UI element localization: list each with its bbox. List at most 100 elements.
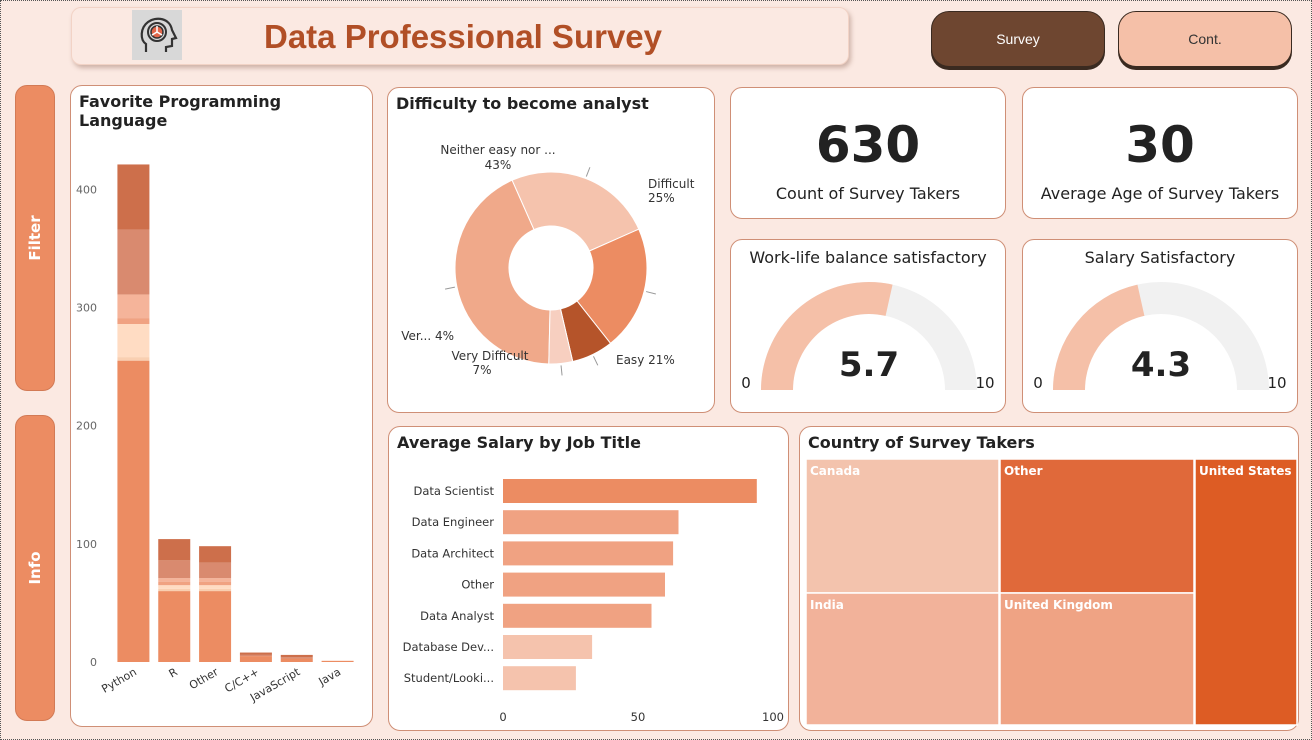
bar-segment [280,657,313,659]
filter-tab-label: Filter [26,215,44,261]
bar-segment [239,652,272,655]
treemap-label: India [810,598,844,612]
salary-bar-chart: Data Scientist Data Engineer Data Architec… [403,479,784,724]
slice-percent: 21% [648,353,675,367]
x-tick-label: 50 [631,710,646,724]
salary-bar [503,541,674,566]
gauge-value: 5.7 [839,345,899,385]
salary-gauge-card: Salary Satisfactory 4.3 0 10 [1022,239,1298,413]
age-value: 30 [1125,116,1195,174]
salary-bar [503,666,576,691]
leader-line [444,286,455,290]
x-tick-label: 0 [499,710,506,724]
leader-line [585,167,591,177]
title-bar: Data Professional Survey [71,7,849,65]
survey-button[interactable]: Survey [931,11,1105,67]
y-tick-label: 400 [76,183,97,196]
bar-segment [199,581,232,586]
slice-percent: 7% [472,363,491,377]
bar-segment [199,585,232,589]
bar-segment [158,591,191,662]
slice-label: Easy 21% [616,353,675,367]
bar-segment [117,357,150,361]
slice-percent: 43% [485,158,512,172]
category-label: Data Engineer [412,515,495,529]
slice-label-text: Easy [616,353,648,367]
treemap-label: Canada [810,464,860,478]
x-tick-label: 100 [762,710,784,724]
salary-bar [503,635,593,659]
slice-label: Neither easy nor ... [440,143,555,157]
bar-segment [158,578,191,582]
bar-segment [280,658,313,662]
bar-segment [158,539,191,561]
count-kpi-card: 630 Count of Survey Takers [730,87,1006,219]
bar-segment [117,164,150,230]
y-tick-label: 200 [76,420,97,433]
slice-label: Difficult [648,177,695,191]
salary-bar [503,603,652,628]
category-label: Data Analyst [420,609,494,623]
y-tick-label: 300 [76,301,97,314]
salary-gauge: 4.3 0 10 [1033,282,1287,392]
treemap-tile [1194,458,1298,726]
x-tick-label: Python [99,665,139,695]
slice-label: Very Difficult [452,349,529,363]
treemap-label: United Kingdom [1004,598,1113,612]
work-life-gauge-card: Work-life balance satisfactory 5.7 0 10 [730,239,1006,413]
filter-tab[interactable]: Filter [15,85,55,391]
treemap-tile [999,592,1195,726]
count-value: 630 [815,116,921,174]
bar-segment [199,562,232,579]
gauge-min: 0 [1033,374,1043,392]
age-label: Average Age of Survey Takers [1040,184,1280,203]
bar-segment [158,588,191,592]
cont-button[interactable]: Cont. [1118,11,1292,67]
favorite-language-card: Favorite Programming Language 0 100 200 300… [70,85,373,727]
bar-segment [158,560,191,579]
slice-percent: 4% [435,329,454,343]
gauge-min: 0 [741,374,751,392]
country-card: Country of Survey Takers Canada Other Unit… [799,426,1299,731]
bar-segment [158,585,191,589]
category-label: Student/Looki... [404,671,494,685]
salary-by-title-card: Average Salary by Job Title Data Scienti… [388,426,789,731]
count-label: Count of Survey Takers [775,184,961,203]
bar-segment [280,654,313,658]
bar-segment [321,660,354,662]
slice-percent: 25% [648,191,675,205]
language-bar-chart: 0100200300400Python R Other C/C++JavaScript… [76,164,354,705]
bar-segment [117,229,150,295]
gauge-value: 4.3 [1131,345,1191,385]
bar-segment [117,360,150,662]
page-title: Data Professional Survey [264,18,662,55]
x-tick-label: Other [187,665,221,692]
head-gear-icon [132,10,182,60]
work-life-gauge: 5.7 0 10 [741,281,995,392]
difficulty-donut-chart: Neither easy nor ...43% Difficult25% Easy … [401,143,695,377]
treemap-tile [805,592,1000,726]
category-label: Data Scientist [414,484,495,498]
y-tick-label: 0 [90,656,97,669]
bar-segment [199,591,232,662]
gauge-max: 10 [1267,374,1286,392]
leader-line [593,356,599,366]
country-treemap: Canada Other United States India United King… [805,458,1298,726]
bar-segment [117,294,150,319]
bar-segment [239,654,272,657]
salary-bar [503,510,679,535]
treemap-tile [999,458,1195,594]
salary-bar [503,572,665,597]
bar-segment [199,578,232,582]
info-tab[interactable]: Info [15,415,55,721]
x-tick-label: R [167,665,180,680]
y-tick-label: 100 [76,538,97,551]
info-tab-label: Info [26,551,44,585]
salary-bar [503,479,757,503]
category-label: Database Dev... [403,640,494,654]
bar-segment [239,656,272,662]
difficulty-card: Difficulty to become analyst Neither eas… [387,87,715,413]
leader-line [560,365,563,376]
slice-label-text: Ver... [401,329,435,343]
x-tick-label: Java [316,665,344,688]
